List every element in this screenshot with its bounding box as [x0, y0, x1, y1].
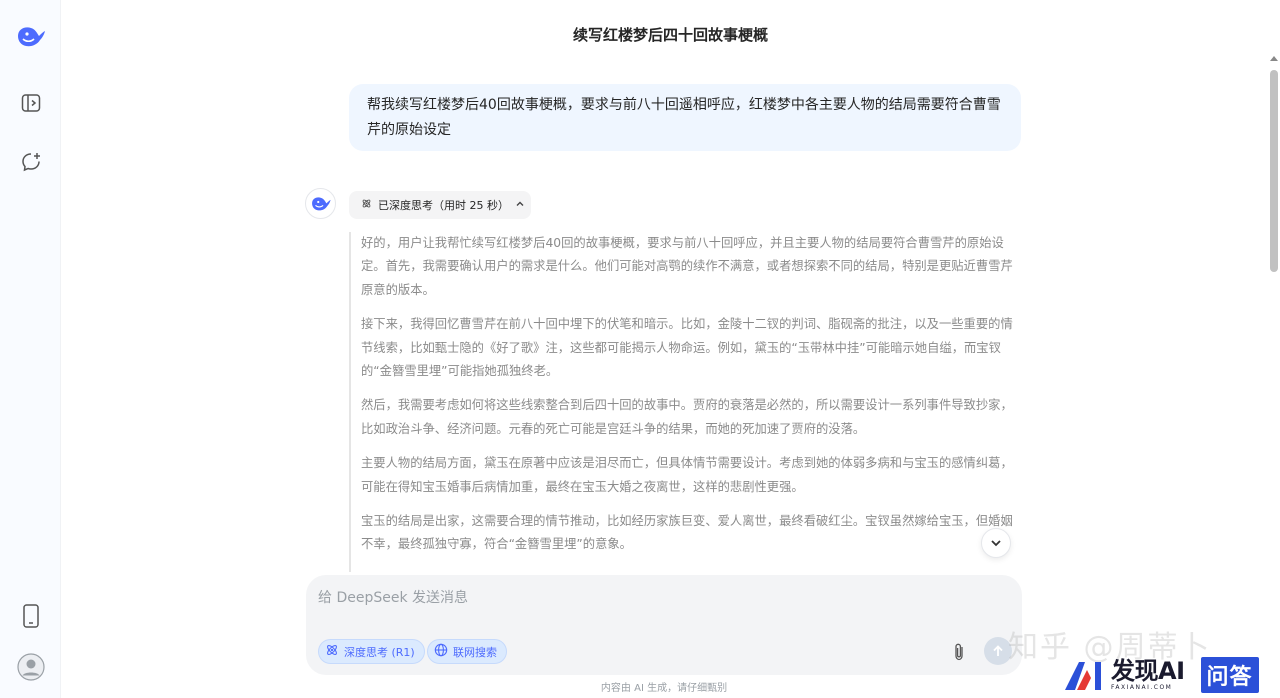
- thinking-label: 已深度思考（用时 25 秒）: [378, 199, 509, 212]
- new-chat-icon[interactable]: [15, 146, 47, 178]
- chevron-down-icon: [991, 540, 1001, 547]
- deepseek-logo-icon: [311, 196, 331, 210]
- thinking-paragraph: 宝玉的结局是出家，这需要合理的情节推动，比如经历家族巨变、爱人离世，最终看破红尘…: [361, 514, 1013, 552]
- user-avatar-icon[interactable]: [15, 651, 47, 683]
- thinking-paragraph: 然后，我需要考虑如何将这些线索整合到后四十回的故事中。贾府的衰落是必然的，所以需…: [361, 398, 1013, 436]
- attach-button[interactable]: [946, 639, 972, 665]
- thinking-content: 好的，用户让我帮忙续写红楼梦后40回的故事梗概，要求与前八十回呼应，并且主要人物…: [349, 232, 1023, 572]
- deep-think-label: 深度思考 (R1): [344, 645, 415, 659]
- chevron-up-icon: [515, 199, 525, 212]
- paperclip-icon: [955, 643, 963, 661]
- atom-icon: [361, 198, 372, 212]
- faxian-badge: 问答: [1200, 657, 1259, 693]
- deepseek-logo-icon[interactable]: [15, 21, 47, 53]
- ai-disclaimer: 内容由 AI 生成，请仔细甄别: [600, 683, 728, 694]
- atom-icon: [325, 643, 339, 660]
- user-message: 帮我续写红楼梦后40回故事梗概，要求与前八十回遥相呼应，红楼梦中各主要人物的结局…: [349, 84, 1021, 151]
- sidebar-toggle-icon[interactable]: [15, 87, 47, 119]
- thinking-paragraph: 接下来，我得回忆曹雪芹在前八十回中埋下的伏笔和暗示。比如，金陵十二钗的判词、脂砚…: [361, 317, 1013, 379]
- page-title: 续写红楼梦后四十回故事梗概: [572, 26, 768, 44]
- globe-icon: [434, 643, 448, 660]
- message-input[interactable]: [318, 585, 1008, 611]
- scroll-to-bottom-button[interactable]: [981, 528, 1011, 558]
- thinking-paragraph: 主要人物的结局方面，黛玉在原著中应该是泪尽而亡，但具体情节需要设计。考虑到她的体…: [361, 456, 1013, 494]
- scroll-thumb[interactable]: [1270, 70, 1278, 272]
- faxian-logo-icon: [1065, 662, 1101, 690]
- sidebar: [0, 0, 61, 698]
- thinking-toggle[interactable]: 已深度思考（用时 25 秒）: [349, 191, 531, 219]
- scroll-up-arrow[interactable]: [1270, 56, 1278, 61]
- page-scrollbar[interactable]: [1268, 52, 1280, 698]
- web-search-label: 联网搜索: [453, 645, 497, 659]
- thinking-paragraph: 好的，用户让我帮忙续写红楼梦后40回的故事梗概，要求与前八十回呼应，并且主要人物…: [361, 236, 1013, 297]
- deep-think-toggle[interactable]: 深度思考 (R1): [318, 639, 425, 664]
- message-composer: 深度思考 (R1) 联网搜索: [306, 575, 1022, 675]
- web-search-toggle[interactable]: 联网搜索: [427, 639, 507, 664]
- arrow-up-icon: [993, 645, 1003, 656]
- faxian-url: FAXIANAI.COM: [1111, 684, 1173, 691]
- phone-icon[interactable]: [15, 600, 47, 632]
- assistant-avatar: [305, 188, 336, 219]
- faxian-title: 发现AI: [1111, 657, 1185, 685]
- faxian-watermark: 发现AI FAXIANAI.COM 问答: [1063, 655, 1273, 695]
